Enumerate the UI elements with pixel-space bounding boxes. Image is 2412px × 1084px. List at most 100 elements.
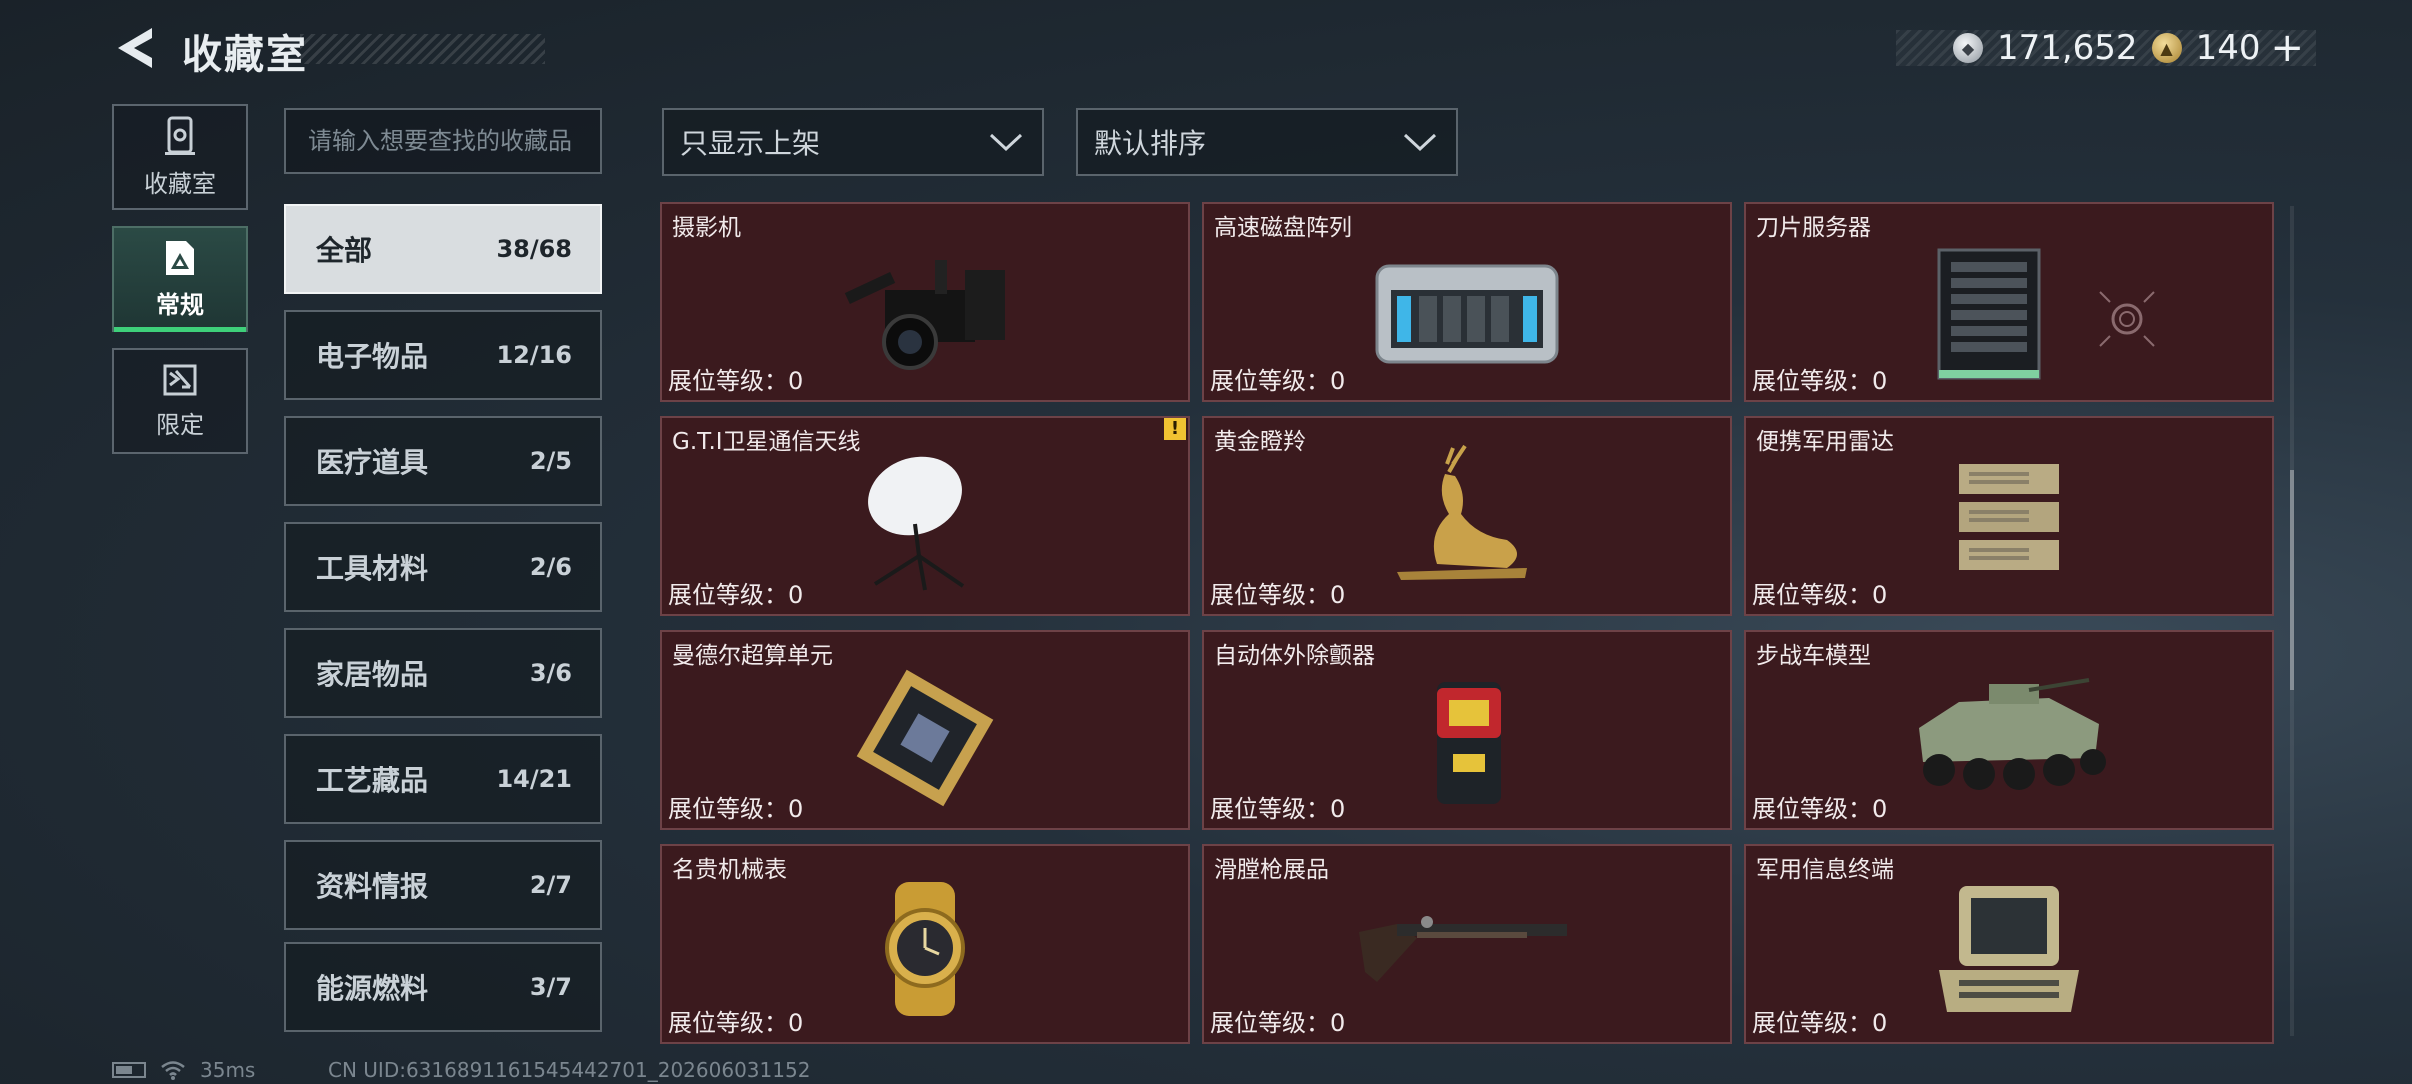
- category-energy[interactable]: 能源燃料 3/7: [284, 942, 602, 1032]
- collection-grid: 摄影机 展位等级：0 高速磁盘阵列 展位等级：0 刀片服务器 展位等级：0 G.…: [660, 202, 2274, 1044]
- category-count: 3/6: [529, 659, 572, 687]
- category-count: 2/5: [529, 447, 572, 475]
- booth-level: 展位等级：0: [1210, 795, 1346, 823]
- golden-gazelle-icon: [1397, 444, 1527, 580]
- item-name: 便携军用雷达: [1756, 429, 1894, 455]
- item-name: 军用信息终端: [1756, 857, 1894, 883]
- booth-level: 展位等级：0: [668, 1009, 804, 1037]
- item-name: 黄金瞪羚: [1214, 429, 1306, 455]
- category-count: 38/68: [496, 235, 572, 263]
- booth-level: 展位等级：0: [1752, 795, 1888, 823]
- item-card[interactable]: 曼德尔超算单元 展位等级：0: [660, 630, 1190, 830]
- item-card[interactable]: 名贵机械表 展位等级：0: [660, 844, 1190, 1044]
- item-name: 自动体外除颤器: [1214, 643, 1375, 669]
- category-name: 电子物品: [316, 340, 429, 373]
- item-name: 名贵机械表: [672, 857, 787, 883]
- warning-badge-icon: !: [1164, 418, 1186, 440]
- category-name: 工具材料: [316, 552, 429, 585]
- listing-filter-dropdown[interactable]: 只显示上架: [662, 108, 1044, 176]
- ifv-model-icon: [1919, 678, 2106, 790]
- category-count: 2/6: [529, 553, 572, 581]
- rail-label: 限定: [156, 410, 204, 439]
- status-bar: 35ms: [112, 1058, 255, 1082]
- rail-collection-room[interactable]: 收藏室: [112, 104, 248, 210]
- back-arrow-icon: [118, 28, 152, 68]
- booth-level: 展位等级：0: [1210, 367, 1346, 395]
- page-title: 收藏室: [182, 32, 308, 78]
- item-name: 高速磁盘阵列: [1214, 215, 1352, 241]
- booth-level: 展位等级：0: [1752, 367, 1888, 395]
- chevron-down-icon: [1403, 133, 1437, 152]
- category-name: 全部: [316, 234, 373, 267]
- gold-amount: 140: [2195, 28, 2261, 68]
- musket-icon: [1359, 916, 1567, 982]
- booth-level: 展位等级：0: [1752, 1009, 1888, 1037]
- sort-dropdown[interactable]: 默认排序: [1076, 108, 1458, 176]
- item-card[interactable]: 刀片服务器 展位等级：0: [1744, 202, 2274, 402]
- category-name: 资料情报: [316, 870, 429, 903]
- category-count: 2/7: [529, 871, 572, 899]
- currency-bar: ◆ 171,652 ▲ 140 +: [1896, 28, 2316, 68]
- category-name: 能源燃料: [316, 972, 429, 1005]
- booth-level: 展位等级：0: [668, 795, 804, 823]
- rail-label: 收藏室: [144, 169, 216, 198]
- rail-label: 常规: [156, 290, 204, 319]
- battery-icon: [112, 1062, 146, 1078]
- terminal-icon: [1939, 886, 2079, 1012]
- rail-limited[interactable]: 限定: [112, 348, 248, 454]
- booth-level: 展位等级：0: [1752, 581, 1888, 609]
- silver-coin-icon: ◆: [1952, 33, 1983, 63]
- watch-icon: [885, 882, 965, 1016]
- disk-array-icon: [1375, 264, 1559, 364]
- chevron-down-icon: [989, 133, 1023, 152]
- item-card[interactable]: 黄金瞪羚 展位等级：0: [1202, 416, 1732, 616]
- rail-regular[interactable]: 常规: [112, 226, 248, 332]
- booth-level: 展位等级：0: [1210, 1009, 1346, 1037]
- ping-value: 35ms: [200, 1058, 256, 1082]
- regular-icon: [166, 240, 194, 275]
- wifi-icon: [161, 1061, 185, 1080]
- radar-icon: [1959, 464, 2059, 570]
- category-medical[interactable]: 医疗道具 2/5: [284, 416, 602, 506]
- grid-scroll-thumb[interactable]: [2290, 470, 2294, 690]
- category-crafts[interactable]: 工艺藏品 14/21: [284, 734, 602, 824]
- item-card[interactable]: 便携军用雷达 展位等级：0: [1744, 416, 2274, 616]
- category-tools[interactable]: 工具材料 2/6: [284, 522, 602, 612]
- camera-icon: [844, 260, 1005, 370]
- category-electronics[interactable]: 电子物品 12/16: [284, 310, 602, 400]
- booth-level: 展位等级：0: [668, 367, 804, 395]
- category-name: 工艺藏品: [316, 764, 429, 797]
- defibrillator-icon: [1437, 682, 1501, 804]
- item-name: 曼德尔超算单元: [672, 643, 833, 669]
- item-name: 步战车模型: [1756, 643, 1871, 669]
- blade-server-icon: [1937, 248, 2041, 380]
- item-name: 摄影机: [672, 215, 741, 241]
- item-card[interactable]: 摄影机 展位等级：0: [660, 202, 1190, 402]
- category-household[interactable]: 家居物品 3/6: [284, 628, 602, 718]
- item-card[interactable]: 高速磁盘阵列 展位等级：0: [1202, 202, 1732, 402]
- category-count: 12/16: [496, 341, 572, 369]
- category-count: 14/21: [496, 765, 572, 793]
- item-name: 刀片服务器: [1756, 215, 1871, 241]
- item-card[interactable]: 军用信息终端 展位等级：0: [1744, 844, 2274, 1044]
- category-count: 3/7: [529, 973, 572, 1001]
- item-card[interactable]: 步战车模型 展位等级：0: [1744, 630, 2274, 830]
- supercomputer-unit-icon: [856, 669, 994, 807]
- category-name: 医疗道具: [316, 446, 429, 479]
- locate-target-icon: [2099, 291, 2155, 347]
- collection-icon: [165, 116, 195, 155]
- item-card[interactable]: 滑膛枪展品 展位等级：0: [1202, 844, 1732, 1044]
- category-all[interactable]: 全部 38/68: [284, 204, 602, 294]
- booth-level: 展位等级：0: [1210, 581, 1346, 609]
- gold-coin-icon: ▲: [2151, 33, 2182, 63]
- title-decoration: [300, 34, 545, 64]
- add-currency-button[interactable]: +: [2270, 28, 2304, 68]
- category-intel[interactable]: 资料情报 2/7: [284, 840, 602, 930]
- search-input[interactable]: [284, 108, 602, 174]
- item-card[interactable]: 自动体外除颤器 展位等级：0: [1202, 630, 1732, 830]
- category-name: 家居物品: [316, 658, 429, 691]
- back-button[interactable]: [112, 24, 160, 72]
- item-card[interactable]: G.T.I卫星通信天线 ! 展位等级：0: [660, 416, 1190, 616]
- dropdown-value: 默认排序: [1094, 127, 1207, 160]
- dropdown-value: 只显示上架: [680, 127, 821, 160]
